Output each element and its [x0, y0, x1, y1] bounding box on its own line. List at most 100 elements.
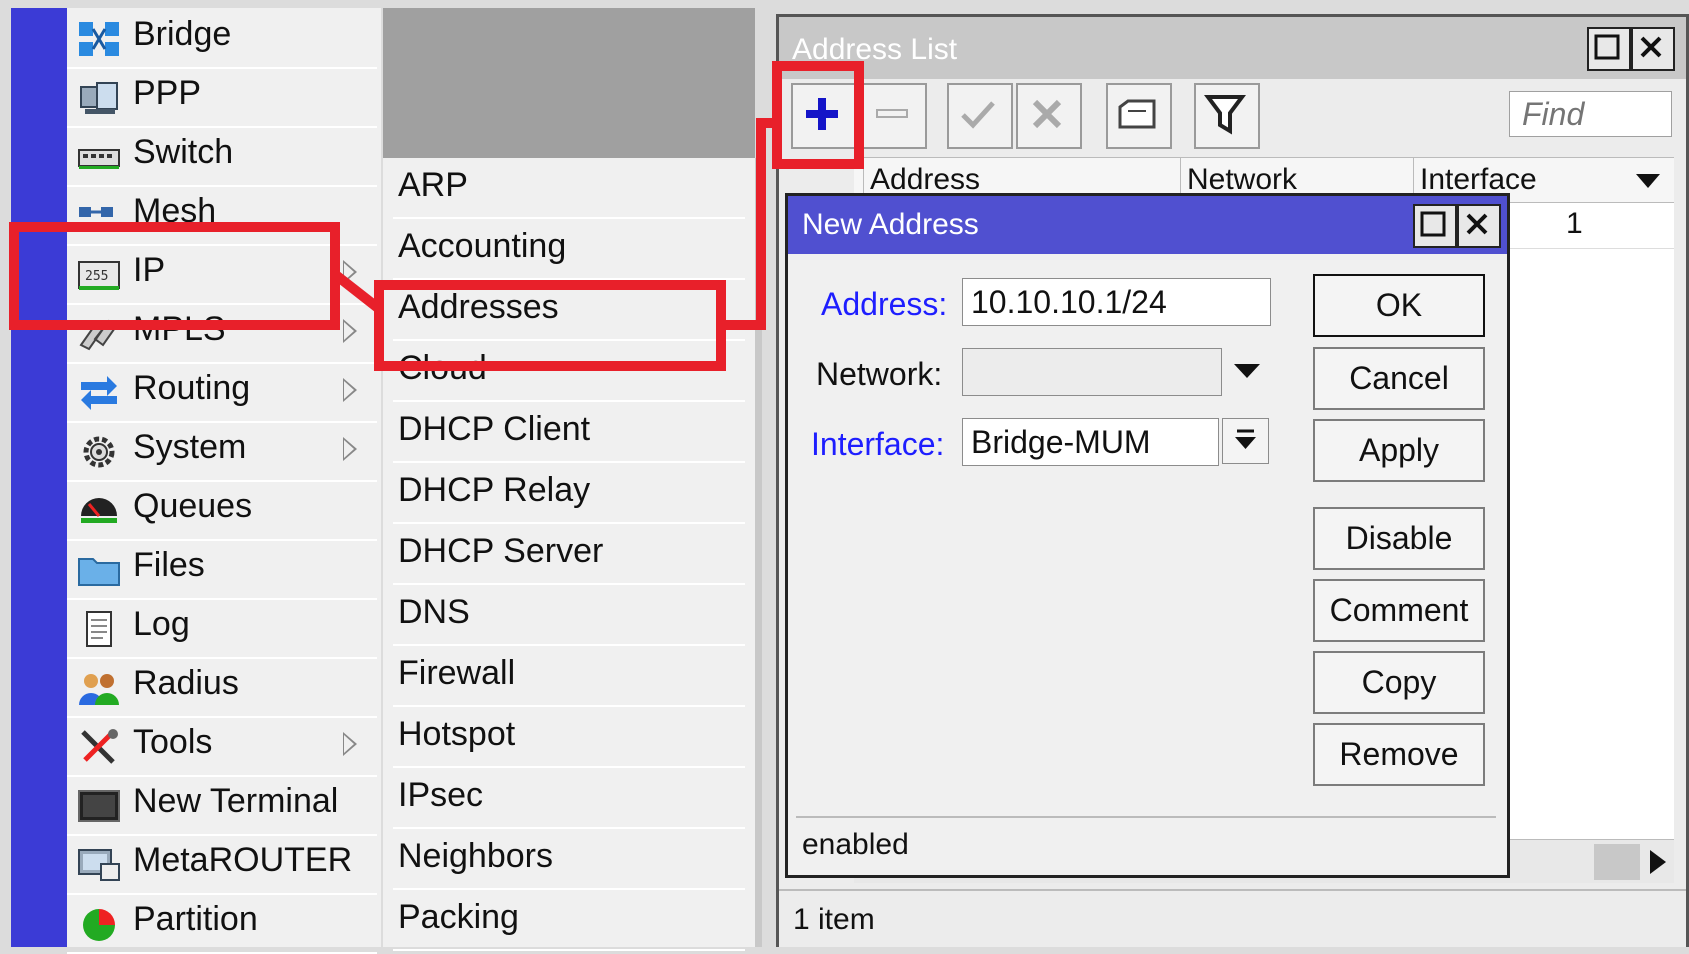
menu-item-partition[interactable]: Partition: [67, 893, 377, 954]
menu-item-new-terminal[interactable]: New Terminal: [67, 775, 377, 836]
column-label: Interface: [1420, 163, 1537, 196]
highlight-connector: [330, 270, 382, 312]
cancel-button[interactable]: Cancel: [1313, 347, 1485, 410]
log-icon: [86, 611, 112, 647]
menu-item-label: Bridge: [133, 15, 232, 53]
address-field[interactable]: [963, 279, 1270, 325]
submenu-item-accounting[interactable]: Accounting: [393, 219, 745, 280]
submenu-item-ipsec[interactable]: IPsec: [393, 768, 745, 829]
remove-button[interactable]: [861, 83, 927, 149]
dialog-maximize-button[interactable]: [1413, 204, 1457, 248]
interface-dropdown-button[interactable]: [1222, 418, 1269, 464]
close-icon: [1640, 36, 1662, 58]
submenu-item-label: Accounting: [398, 227, 567, 265]
maximize-icon: [1594, 34, 1620, 60]
comment-button[interactable]: [1106, 83, 1172, 149]
remove-icon: [876, 109, 908, 118]
address-label[interactable]: Address:: [821, 286, 947, 323]
chevron-down-icon[interactable]: [1634, 172, 1662, 190]
menu-item-label: Radius: [133, 664, 239, 702]
menu-item-log[interactable]: Log: [67, 598, 377, 659]
remove-button[interactable]: Remove: [1313, 723, 1485, 786]
submenu-item-dhcp-relay[interactable]: DHCP Relay: [393, 463, 745, 524]
network-field[interactable]: [963, 349, 1221, 395]
submenu-item-label: Hotspot: [398, 715, 516, 753]
menu-item-label: Log: [133, 605, 190, 643]
comment-button[interactable]: Comment: [1313, 579, 1485, 642]
submenu-arrow-icon: [343, 732, 357, 756]
filter-icon: [1204, 95, 1246, 135]
copy-button[interactable]: Copy: [1313, 651, 1485, 714]
network-field-wrapper: [962, 348, 1222, 396]
close-button[interactable]: [1631, 27, 1675, 71]
menu-item-system[interactable]: System: [67, 421, 377, 482]
interface-label[interactable]: Interface:: [811, 426, 944, 463]
menu-item-queues[interactable]: Queues: [67, 480, 377, 541]
menu-item-files[interactable]: Files: [67, 539, 377, 600]
switch-icon: [78, 149, 120, 169]
disable-icon: [1032, 99, 1062, 129]
apply-button[interactable]: Apply: [1313, 419, 1485, 482]
dialog-status-bar: enabled: [796, 816, 1496, 874]
menu-item-label: System: [133, 428, 247, 466]
submenu-item-label: DNS: [398, 593, 470, 631]
submenu-item-label: Firewall: [398, 654, 516, 692]
filter-button[interactable]: [1194, 83, 1260, 149]
scroll-right-icon[interactable]: [1646, 848, 1670, 876]
submenu-item-label: IPsec: [398, 776, 484, 814]
interface-select[interactable]: [963, 419, 1218, 465]
menu-item-bridge[interactable]: Bridge: [67, 8, 377, 69]
submenu-header-area: [383, 8, 755, 158]
menu-item-radius[interactable]: Radius: [67, 657, 377, 718]
disable-button[interactable]: [1016, 83, 1082, 149]
submenu-item-firewall[interactable]: Firewall: [393, 646, 745, 707]
submenu-item-label: Neighbors: [398, 837, 553, 875]
menu-item-ppp[interactable]: PPP: [67, 67, 377, 128]
find-input[interactable]: [1510, 92, 1671, 136]
terminal-icon: [78, 790, 120, 822]
submenu-item-label: DHCP Server: [398, 532, 604, 570]
highlight-connector: [756, 118, 766, 330]
submenu-item-dns[interactable]: DNS: [393, 585, 745, 646]
ip-submenu: ARP Accounting Addresses Cloud DHCP Clie…: [383, 158, 755, 951]
menu-item-label: New Terminal: [133, 782, 339, 820]
ok-button[interactable]: OK: [1313, 274, 1485, 337]
main-menu: Bridge PPP Switch Mesh 255 IP MPLS Routi…: [67, 8, 381, 954]
menu-item-routing[interactable]: Routing: [67, 362, 377, 423]
submenu-item-hotspot[interactable]: Hotspot: [393, 707, 745, 768]
menu-item-label: Files: [133, 546, 205, 584]
close-icon: [1466, 213, 1488, 235]
sidebar-strip: [11, 8, 67, 947]
maximize-button[interactable]: [1587, 27, 1631, 71]
new-address-dialog: New Address Address: Network: Interface:…: [785, 193, 1510, 878]
address-list-titlebar: Address List: [779, 17, 1686, 79]
menu-item-label: Partition: [133, 900, 258, 938]
dialog-close-button[interactable]: [1457, 204, 1501, 248]
submenu-item-dhcp-client[interactable]: DHCP Client: [393, 402, 745, 463]
routing-icon: [81, 376, 117, 410]
network-dropdown-icon[interactable]: [1232, 362, 1262, 380]
menu-item-tools[interactable]: Tools: [67, 716, 377, 777]
scroll-thumb[interactable]: [1594, 844, 1640, 880]
dialog-title: New Address: [802, 208, 979, 241]
item-count: 1 item: [793, 903, 875, 936]
menu-item-switch[interactable]: Switch: [67, 126, 377, 187]
column-label: Network: [1187, 163, 1298, 196]
submenu-arrow-icon: [343, 437, 357, 461]
metarouter-icon: [78, 849, 120, 881]
submenu-item-dhcp-server[interactable]: DHCP Server: [393, 524, 745, 585]
submenu-item-label: Packing: [398, 898, 519, 936]
submenu-item-neighbors[interactable]: Neighbors: [393, 829, 745, 890]
submenu-item-packing[interactable]: Packing: [393, 890, 745, 951]
enable-button[interactable]: [947, 83, 1013, 149]
highlight-connector: [756, 118, 780, 128]
gear-icon: [83, 436, 115, 468]
highlight-addresses: [374, 280, 726, 371]
maximize-icon: [1420, 211, 1446, 237]
menu-item-metarouter[interactable]: MetaROUTER: [67, 834, 377, 895]
highlight-add-button: [772, 61, 864, 169]
find-input-wrapper: [1509, 91, 1672, 137]
disable-button[interactable]: Disable: [1313, 507, 1485, 570]
submenu-item-arp[interactable]: ARP: [393, 158, 745, 219]
partition-icon: [83, 909, 115, 941]
